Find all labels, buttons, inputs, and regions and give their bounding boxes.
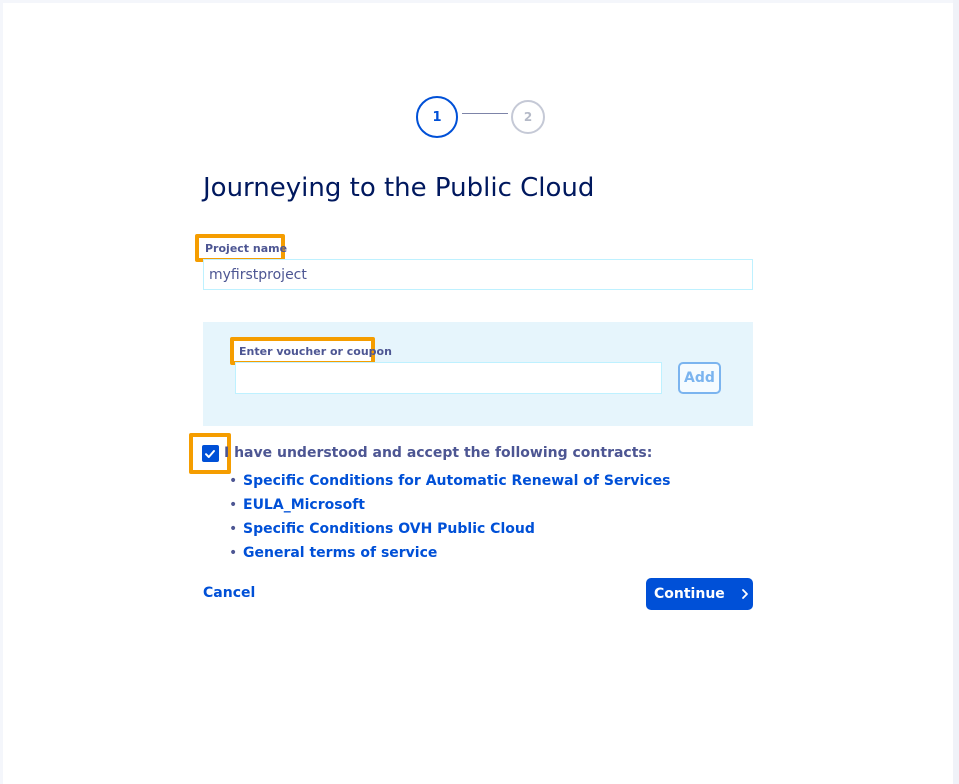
stepper-connector (462, 113, 508, 114)
accept-contracts-text: I have understood and accept the followi… (224, 445, 653, 461)
bullet-icon: • (229, 473, 238, 489)
list-item: • Specific Conditions OVH Public Cloud (229, 517, 670, 541)
step-2-indicator: 2 (511, 100, 545, 134)
contract-link-automatic-renewal[interactable]: Specific Conditions for Automatic Renewa… (243, 473, 670, 489)
bullet-icon: • (229, 497, 238, 513)
voucher-label: Enter voucher or coupon (239, 344, 392, 358)
continue-button[interactable]: Continue (646, 578, 753, 610)
add-voucher-button[interactable]: Add (678, 362, 721, 394)
list-item: • General terms of service (229, 541, 670, 565)
project-name-label: Project name (205, 241, 288, 255)
list-item: • Specific Conditions for Automatic Rene… (229, 469, 670, 493)
contracts-list: • Specific Conditions for Automatic Rene… (229, 469, 670, 565)
step-1-indicator: 1 (416, 96, 458, 138)
contract-link-public-cloud[interactable]: Specific Conditions OVH Public Cloud (243, 521, 535, 537)
stepper: 1 2 (416, 96, 548, 138)
chevron-right-icon (740, 588, 750, 600)
cancel-button[interactable]: Cancel (203, 585, 255, 601)
voucher-label-highlight: Enter voucher or coupon (230, 337, 392, 365)
bullet-icon: • (229, 545, 238, 561)
contract-link-general-terms[interactable]: General terms of service (243, 545, 437, 561)
bullet-icon: • (229, 521, 238, 537)
list-item: • EULA_Microsoft (229, 493, 670, 517)
continue-button-label: Continue (654, 586, 725, 602)
page-title: Journeying to the Public Cloud (203, 173, 595, 203)
scrollbar-track (953, 0, 959, 784)
checkmark-icon (205, 449, 215, 458)
accept-contracts-checkbox[interactable] (201, 445, 219, 462)
voucher-input[interactable] (235, 362, 662, 394)
contract-link-eula-microsoft[interactable]: EULA_Microsoft (243, 497, 365, 513)
project-name-input[interactable] (203, 259, 753, 290)
project-name-label-highlight: Project name (195, 234, 288, 262)
